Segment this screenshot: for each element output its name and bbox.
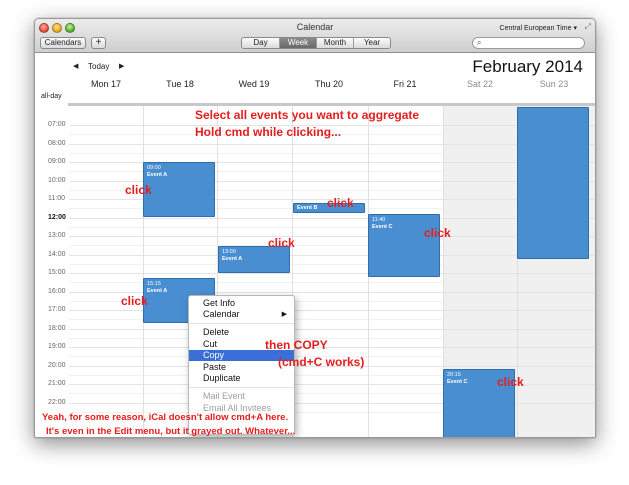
event-time: 11:40 (372, 217, 386, 223)
menu-separator (189, 387, 294, 388)
annotation-instruction: Hold cmd while clicking... (195, 125, 342, 139)
event-wed-a[interactable]: 13:00 Event A (218, 246, 290, 273)
event-sun[interactable] (517, 107, 589, 259)
event-time: 15:15 (147, 281, 161, 287)
day-header-fri[interactable]: Fri 21 (368, 79, 442, 89)
annotation-copy: then COPY (265, 338, 328, 352)
annotation-note: It's even in the Edit menu, but it graye… (46, 426, 296, 437)
prev-week-icon[interactable]: ◀ (73, 62, 78, 70)
annotation-copy: (cmd+C works) (278, 355, 365, 369)
event-time: 13:00 (222, 249, 236, 255)
annotation-click: click (121, 294, 148, 308)
tab-month[interactable]: Month (316, 38, 353, 48)
time-label: 19:00 (48, 343, 66, 350)
day-header-tue[interactable]: Tue 18 (143, 79, 217, 89)
annotation-click: click (125, 183, 152, 197)
tab-day[interactable]: Day (242, 38, 279, 48)
annotation-click: click (327, 196, 354, 210)
fullscreen-icon[interactable]: ⤢ (585, 22, 591, 32)
today-button[interactable]: Today (88, 62, 109, 71)
time-label: 14:00 (48, 250, 66, 258)
time-label: 17:00 (48, 306, 66, 313)
time-label: 07:00 (48, 121, 66, 128)
annotation-click: click (497, 375, 524, 389)
time-label: 08:00 (48, 139, 66, 147)
calendars-button[interactable]: Calendars (40, 37, 86, 49)
time-label: 15:00 (48, 269, 66, 276)
next-week-icon[interactable]: ▶ (119, 62, 124, 70)
menu-item-calendar[interactable]: Calendar ▶ (189, 309, 294, 320)
annotation-click: click (424, 226, 451, 240)
day-header-sat[interactable]: Sat 22 (443, 79, 517, 89)
day-header-sun[interactable]: Sun 23 (517, 79, 591, 89)
day-header-wed[interactable]: Wed 19 (217, 79, 291, 89)
time-label: 13:00 (48, 232, 66, 239)
day-header-mon[interactable]: Mon 17 (69, 79, 143, 89)
menu-item-delete[interactable]: Delete (189, 327, 294, 338)
time-label: 21:00 (48, 380, 66, 387)
event-time: 09:00 (147, 165, 161, 171)
event-tue-a1[interactable]: 09:00 Event A (143, 162, 215, 217)
time-label: 18:00 (48, 324, 66, 332)
search-input[interactable]: ⌕ (472, 37, 585, 49)
tab-year[interactable]: Year (353, 38, 390, 48)
time-label: 16:00 (48, 287, 66, 295)
day-header-thu[interactable]: Thu 20 (292, 79, 366, 89)
menu-item-mail-event: Mail Event (203, 391, 246, 401)
tab-week[interactable]: Week (279, 38, 316, 48)
search-icon: ⌕ (477, 38, 482, 47)
event-fri-c[interactable]: 11:40 Event C (368, 214, 440, 277)
time-label: 09:00 (48, 158, 66, 165)
menu-separator (189, 323, 294, 324)
menu-item-get-info[interactable]: Get Info (189, 298, 294, 309)
event-name: Event A (147, 288, 168, 294)
time-label: 11:00 (48, 195, 65, 202)
time-label: 22:00 (48, 398, 66, 406)
annotation-instruction: Select all events you want to aggregate (195, 108, 420, 122)
timezone-menu[interactable]: Central European Time ▾ (500, 24, 577, 32)
annotation-click: click (268, 236, 295, 250)
month-title: February 2014 (472, 57, 583, 76)
event-name: Event A (147, 172, 168, 178)
annotation-note: Yeah, for some reason, iCal doesn't allo… (42, 412, 289, 423)
view-switcher: Day Week Month Year (241, 37, 391, 49)
menu-item-label: Calendar (203, 309, 240, 319)
title-bar: Calendar Central European Time ▾ ⤢ Calen… (35, 19, 595, 53)
time-label: 10:00 (48, 176, 66, 184)
time-label: 12:00 (48, 213, 66, 221)
add-event-button[interactable]: + (91, 37, 106, 49)
time-label: 20:00 (48, 361, 66, 369)
day-divider (143, 106, 144, 437)
menu-item-duplicate[interactable]: Duplicate (189, 373, 294, 384)
all-day-label: all-day (41, 93, 62, 100)
event-name: Event A (222, 256, 243, 262)
submenu-arrow-icon: ▶ (281, 311, 287, 318)
